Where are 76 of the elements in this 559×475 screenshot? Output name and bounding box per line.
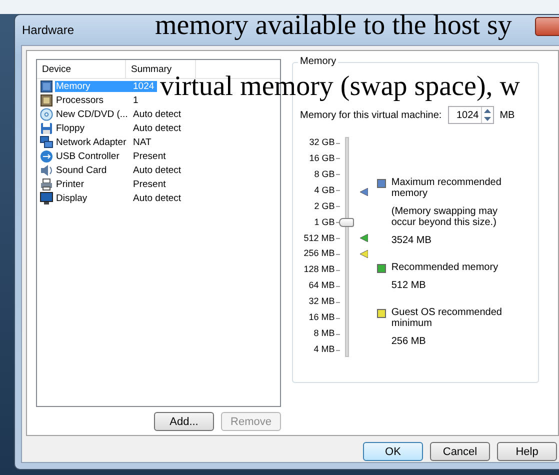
device-summary: NAT — [132, 136, 152, 148]
tick-mark — [336, 142, 340, 144]
device-summary: 1024 — [129, 80, 157, 92]
scale-label: 32 MB — [308, 296, 335, 308]
legend-title: Recommended memory — [391, 262, 498, 273]
device-name[interactable]: Processors — [55, 94, 105, 106]
chip-icon — [40, 80, 53, 92]
column-header[interactable]: Summary — [126, 60, 196, 78]
tick-mark — [336, 158, 340, 160]
scale-label: 8 MB — [312, 328, 335, 340]
device-summary: Auto detect — [132, 164, 182, 176]
device-summary: Auto detect — [132, 108, 182, 120]
disc-icon — [40, 108, 53, 120]
scale-label: 4 GB — [313, 184, 335, 196]
device-summary: Auto detect — [132, 122, 182, 134]
window-title: Hardware — [22, 23, 74, 37]
scale-label: 64 MB — [308, 280, 335, 292]
network-icon — [40, 136, 53, 148]
down-arrow-icon — [484, 117, 491, 121]
tick-mark — [336, 254, 340, 255]
tick-mark — [336, 206, 340, 208]
overlay-text: memory available to the host sy — [155, 12, 512, 40]
scale-label: 16 MB — [308, 312, 335, 324]
device-name[interactable]: Network Adapter — [55, 136, 128, 148]
scale-label: 8 GB — [313, 168, 335, 180]
device-name[interactable]: Display — [55, 192, 88, 204]
dialog-button[interactable]: Help — [497, 442, 557, 461]
field-label: Memory for this virtual machine: — [300, 110, 442, 120]
speaker-icon — [40, 164, 53, 176]
tick-mark — [336, 286, 340, 287]
add-button[interactable]: Add... — [154, 412, 214, 431]
scale-label: 1 GB — [313, 216, 335, 228]
unit-label: MB — [500, 110, 515, 120]
scale-label: 4 MB — [312, 344, 335, 355]
scale-label: 256 MB — [302, 248, 335, 260]
dialog-button[interactable]: OK — [363, 442, 423, 461]
device-name[interactable]: Floppy — [55, 122, 86, 134]
up-arrow-icon — [484, 109, 491, 113]
marker-arrow-icon — [360, 188, 368, 196]
column-header[interactable]: Device — [37, 60, 126, 78]
floppy-icon — [40, 122, 53, 134]
tick-mark — [336, 270, 340, 271]
tick-mark — [336, 190, 340, 192]
device-name[interactable]: Sound Card — [55, 164, 108, 176]
tick-mark — [336, 318, 340, 319]
slider-thumb[interactable] — [338, 218, 354, 228]
device-name[interactable]: New CD/DVD (... — [55, 108, 129, 120]
tick-mark — [336, 238, 340, 240]
close-button[interactable] — [535, 17, 559, 36]
device-name[interactable]: USB Controller — [55, 150, 120, 162]
legend-title: Maximum recommended memory — [391, 177, 502, 199]
device-summary: Present — [132, 150, 166, 162]
usb-icon — [40, 150, 53, 162]
scale-label: 512 MB — [302, 232, 335, 244]
legend-note: (Memory swapping may occur beyond this size.) — [391, 206, 499, 228]
printer-icon — [40, 178, 53, 190]
legend-value: 512 MB — [391, 280, 427, 291]
legend-value: 256 MB — [391, 336, 427, 347]
device-summary: Present — [132, 178, 166, 190]
tick-mark — [336, 334, 340, 335]
memory-field[interactable]: 1024 — [448, 106, 494, 124]
scale-label: 128 MB — [302, 264, 335, 276]
dialog-button[interactable]: Cancel — [430, 442, 490, 461]
monitor-icon — [40, 192, 53, 204]
tick-mark — [336, 302, 340, 303]
scale-label: 2 GB — [313, 200, 335, 212]
scale-label: 32 GB — [308, 137, 335, 148]
chip-icon — [40, 94, 53, 106]
legend-title: Guest OS recommended minimum — [391, 307, 503, 329]
legend-value: 3524 MB — [391, 235, 432, 246]
device-summary: 1 — [132, 94, 138, 106]
device-summary: Auto detect — [132, 192, 182, 204]
device-name[interactable]: Printer — [55, 178, 85, 190]
tick-mark — [336, 174, 340, 176]
group-title: Memory — [298, 56, 338, 67]
scale-label: 16 GB — [308, 152, 335, 164]
